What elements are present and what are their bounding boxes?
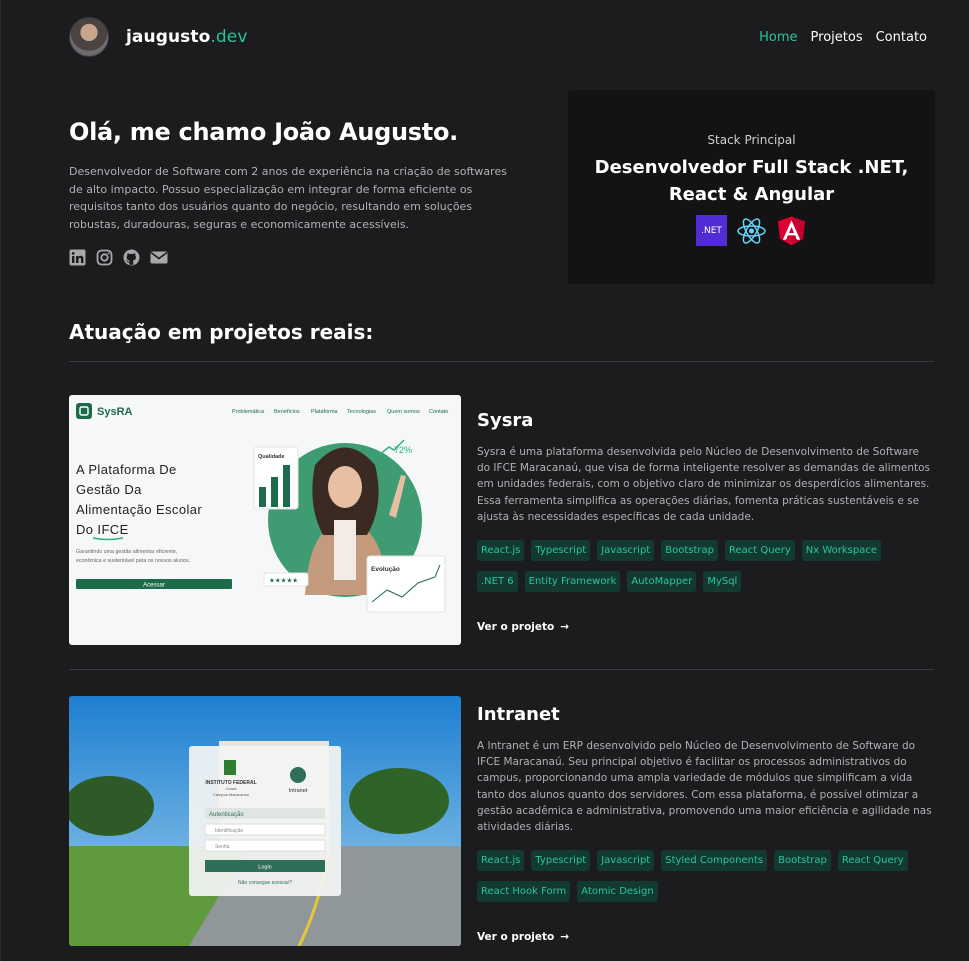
- tag: Atomic Design: [577, 881, 658, 903]
- project-title: Sysra: [477, 410, 534, 431]
- tech-icons: .NET: [568, 215, 935, 246]
- logo-text: jaugusto: [126, 27, 211, 47]
- tag: Javascript: [597, 850, 655, 872]
- svg-text:Autenticação: Autenticação: [209, 812, 244, 818]
- view-project-label: Ver o projeto: [477, 931, 555, 944]
- tech-tags: React.js Typescript Javascript Bootstrap…: [477, 540, 917, 593]
- stack-title: Desenvolvedor Full Stack .NET, React & A…: [568, 154, 935, 208]
- svg-text:Login: Login: [258, 865, 271, 871]
- react-icon: [736, 215, 767, 246]
- tech-tags: React.js Typescript Javascript Styled Co…: [477, 850, 917, 903]
- stack-label: Stack Principal: [707, 133, 796, 147]
- project-sysra: Sysra Sysra é uma plataforma desenvolvid…: [477, 410, 935, 634]
- nav-projetos[interactable]: Projetos: [811, 30, 863, 45]
- tag: React Query: [724, 540, 795, 562]
- tag: Bootstrap: [774, 850, 831, 872]
- tag: Nx Workspace: [801, 540, 881, 562]
- preview-brand: SysRA: [97, 406, 133, 418]
- tag: Styled Components: [661, 850, 768, 872]
- svg-text:Alimentação Escolar: Alimentação Escolar: [76, 502, 202, 517]
- svg-text:Qualidade: Qualidade: [258, 454, 285, 460]
- svg-text:Não consegue acessar?: Não consegue acessar?: [238, 880, 292, 886]
- nav-home[interactable]: Home: [759, 30, 797, 45]
- avatar: [69, 17, 109, 57]
- project-title: Intranet: [477, 704, 560, 725]
- svg-text:Ceará: Ceará: [226, 786, 238, 791]
- angular-icon: [776, 215, 807, 246]
- svg-text:Do IFCE: Do IFCE: [76, 522, 129, 537]
- svg-text:Plataforma: Plataforma: [311, 409, 339, 415]
- svg-text:72%: 72%: [394, 445, 412, 455]
- hero: Olá, me chamo João Augusto. Desenvolvedo…: [69, 118, 529, 266]
- logo[interactable]: jaugusto.dev: [126, 27, 248, 47]
- intranet-preview[interactable]: INSTITUTO FEDERAL Ceará Campus Maracanaú…: [69, 696, 461, 946]
- svg-text:Campus Maracanaú: Campus Maracanaú: [213, 792, 249, 797]
- view-project-link[interactable]: Ver o projeto →: [477, 621, 569, 633]
- site-header: jaugusto.dev Home Projetos Contato: [69, 16, 927, 58]
- tag: React Hook Form: [477, 881, 571, 903]
- svg-text:Evolução: Evolução: [371, 566, 400, 573]
- svg-text:econômica e sustentável para o: econômica e sustentável para os nossos a…: [76, 558, 190, 564]
- tag: React Query: [837, 850, 908, 872]
- divider: [69, 361, 934, 362]
- stack-title-line2: React & Angular: [668, 184, 835, 205]
- project-description: Sysra é uma plataforma desenvolvida pelo…: [477, 446, 930, 523]
- social-links: [69, 249, 529, 266]
- project-intranet: Intranet A Intranet é um ERP desenvolvid…: [477, 704, 935, 944]
- svg-text:Identificação: Identificação: [215, 828, 243, 834]
- tag: Typescript: [531, 850, 591, 872]
- stack-card: Stack Principal Desenvolvedor Full Stack…: [568, 90, 935, 284]
- view-project-link[interactable]: Ver o projeto →: [477, 931, 569, 943]
- svg-text:Problemática: Problemática: [232, 409, 265, 415]
- instagram-icon[interactable]: [96, 249, 113, 266]
- arrow-right-icon: →: [560, 931, 570, 944]
- dotnet-icon: .NET: [696, 215, 727, 246]
- view-project-label: Ver o projeto: [477, 621, 555, 634]
- svg-text:A Plataforma De: A Plataforma De: [76, 462, 177, 477]
- arrow-right-icon: →: [560, 621, 570, 634]
- nav-contato[interactable]: Contato: [876, 30, 927, 45]
- tag: .NET 6: [477, 571, 518, 593]
- svg-text:Gestão Da: Gestão Da: [76, 482, 142, 497]
- svg-text:Benefícios: Benefícios: [274, 409, 300, 415]
- svg-text:Senha: Senha: [215, 844, 230, 850]
- linkedin-icon[interactable]: [69, 249, 86, 266]
- hero-title: Olá, me chamo João Augusto.: [69, 118, 458, 146]
- svg-text:Quem somos: Quem somos: [387, 409, 420, 415]
- section-title: Atuação em projetos reais:: [69, 320, 374, 344]
- tag: Entity Framework: [524, 571, 621, 593]
- svg-text:Tecnologias: Tecnologias: [347, 409, 376, 415]
- main-nav: Home Projetos Contato: [759, 30, 927, 45]
- svg-text:Garantindo uma gestão alimenta: Garantindo uma gestão alimentar eficient…: [76, 549, 177, 555]
- svg-text:Acessar: Acessar: [143, 583, 165, 589]
- stack-title-line1: Desenvolvedor Full Stack .NET,: [594, 157, 909, 178]
- sysra-preview[interactable]: SysRA Problemática Benefícios Plataforma…: [69, 395, 461, 645]
- hero-description: Desenvolvedor de Software com 2 anos de …: [69, 165, 507, 231]
- email-icon[interactable]: [150, 249, 168, 266]
- tag: Javascript: [597, 540, 655, 562]
- svg-text:Intranet: Intranet: [289, 788, 308, 794]
- svg-text:Contato: Contato: [429, 409, 448, 415]
- github-icon[interactable]: [123, 249, 140, 266]
- divider: [69, 669, 934, 670]
- brand[interactable]: jaugusto.dev: [69, 17, 248, 57]
- svg-text:★★★★★: ★★★★★: [269, 577, 298, 585]
- tag: React.js: [477, 540, 525, 562]
- logo-accent: .dev: [210, 27, 248, 47]
- tag: MySql: [703, 571, 742, 593]
- tag: AutoMapper: [627, 571, 697, 593]
- project-description: A Intranet é um ERP desenvolvido pelo Nú…: [477, 740, 932, 834]
- tag: React.js: [477, 850, 525, 872]
- tag: Bootstrap: [661, 540, 718, 562]
- tag: Typescript: [531, 540, 591, 562]
